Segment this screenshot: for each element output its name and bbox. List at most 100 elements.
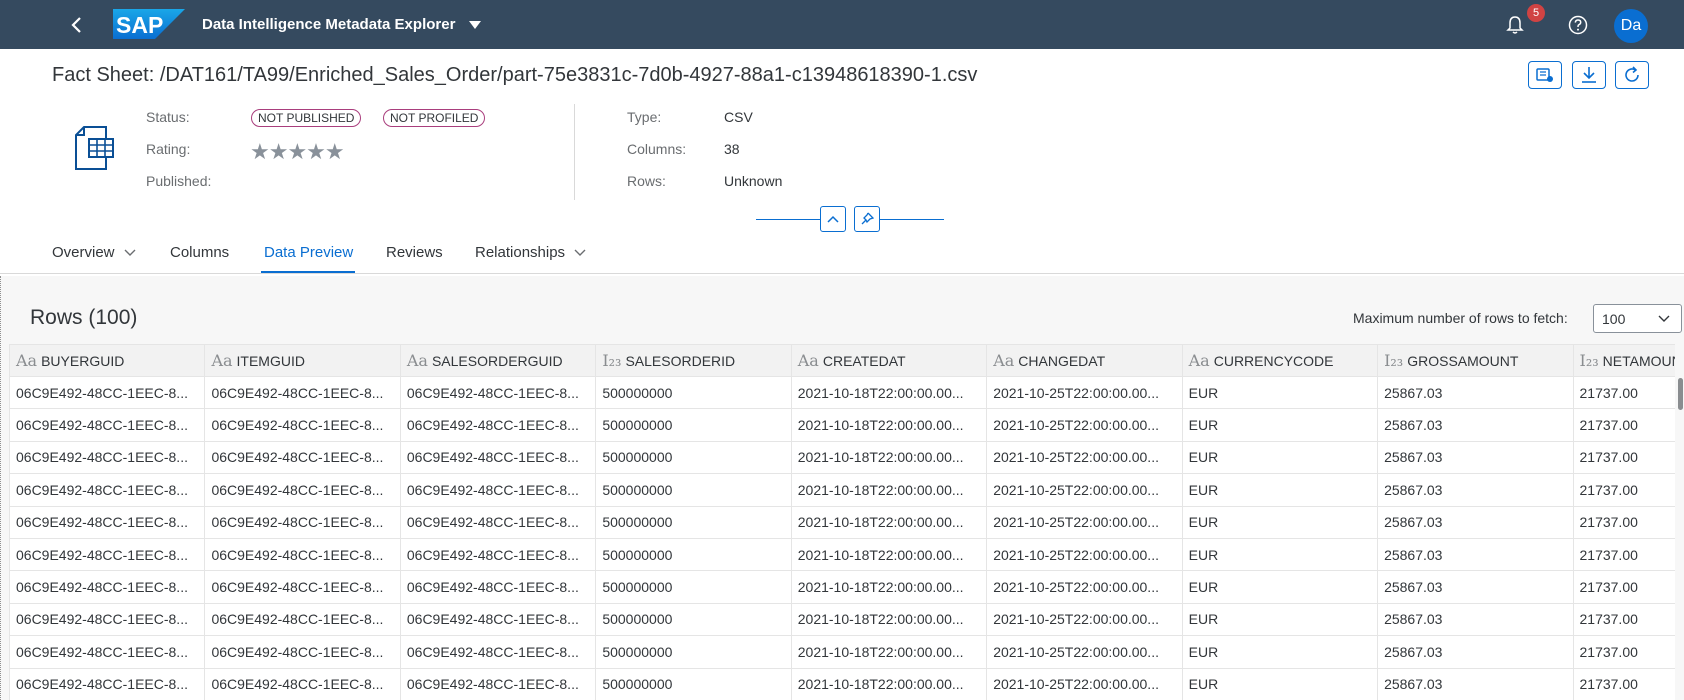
- table-cell: 06C9E492-48CC-1EEC-8...: [9, 375, 206, 410]
- column-header[interactable]: Aa CREATEDAT: [790, 344, 988, 377]
- table-cell: EUR: [1181, 602, 1379, 637]
- add-to-catalog-button[interactable]: [1528, 61, 1562, 89]
- published-label: Published:: [146, 173, 212, 189]
- table-cell: EUR: [1181, 375, 1379, 410]
- table-cell: 06C9E492-48CC-1EEC-8...: [399, 537, 597, 572]
- help-button[interactable]: [1564, 11, 1592, 39]
- table-cell: EUR: [1181, 408, 1379, 442]
- tab-data-preview[interactable]: Data Preview: [264, 244, 353, 261]
- tabs-divider: [0, 273, 1684, 274]
- caret-down-icon[interactable]: [468, 20, 482, 30]
- fetch-limit-select[interactable]: 100: [1593, 304, 1682, 333]
- table-cell: 06C9E492-48CC-1EEC-8...: [204, 635, 401, 669]
- catalog-icon: [1536, 68, 1553, 82]
- table-cell: EUR: [1181, 537, 1379, 572]
- column-header[interactable]: I₂₃NETAMOUNT: [1572, 344, 1675, 377]
- integer-type-icon: I₂₃: [602, 351, 622, 370]
- table-cell: 06C9E492-48CC-1EEC-8...: [204, 570, 401, 604]
- vertical-scrollbar[interactable]: [1678, 378, 1683, 410]
- pin-header-button[interactable]: [854, 206, 880, 232]
- column-header[interactable]: Aa ITEMGUID: [204, 344, 401, 377]
- refresh-button[interactable]: [1615, 61, 1649, 89]
- tab-reviews-label: Reviews: [386, 244, 443, 261]
- table-row[interactable]: 06C9E492-48CC-1EEC-8... 06C9E492-48CC-1EE…: [9, 375, 1675, 410]
- table-cell: 500000000: [595, 537, 792, 572]
- notifications-button[interactable]: [1501, 11, 1529, 39]
- table-file-icon: [75, 126, 114, 170]
- table-cell: 2021-10-25T22:00:00.00...: [986, 505, 1183, 539]
- table-cell: 2021-10-25T22:00:00.00...: [986, 375, 1183, 410]
- tab-relationships[interactable]: Relationships: [475, 244, 587, 261]
- table-cell: 2021-10-18T22:00:00.00...: [790, 375, 988, 410]
- table-cell: 25867.03: [1377, 570, 1574, 604]
- table-cell: 21737.00: [1572, 537, 1675, 572]
- column-header[interactable]: Aa CHANGEDAT: [986, 344, 1183, 377]
- table-cell: 06C9E492-48CC-1EEC-8...: [204, 440, 401, 475]
- column-header-label: BUYERGUID: [41, 353, 125, 369]
- table-cell: 2021-10-25T22:00:00.00...: [986, 635, 1183, 669]
- string-type-icon: Aa: [797, 351, 819, 370]
- tab-reviews[interactable]: Reviews: [386, 244, 443, 261]
- column-header[interactable]: I₂₃ SALESORDERID: [595, 344, 792, 377]
- table-cell: 06C9E492-48CC-1EEC-8...: [9, 570, 206, 604]
- table-cell: 06C9E492-48CC-1EEC-8...: [399, 570, 597, 604]
- table-cell: 2021-10-18T22:00:00.00...: [790, 537, 988, 572]
- table-cell: 500000000: [595, 505, 792, 539]
- table-row[interactable]: 06C9E492-48CC-1EEC-8... 06C9E492-48CC-1EE…: [9, 408, 1675, 442]
- table-row[interactable]: 06C9E492-48CC-1EEC-8... 06C9E492-48CC-1EE…: [9, 473, 1675, 507]
- back-button[interactable]: [62, 10, 92, 40]
- table-cell: 2021-10-25T22:00:00.00...: [986, 602, 1183, 637]
- table-cell: 500000000: [595, 667, 792, 700]
- table-row[interactable]: 06C9E492-48CC-1EEC-8... 06C9E492-48CC-1EE…: [9, 440, 1675, 475]
- table-row[interactable]: 06C9E492-48CC-1EEC-8... 06C9E492-48CC-1EE…: [9, 635, 1675, 669]
- table-row[interactable]: 06C9E492-48CC-1EEC-8... 06C9E492-48CC-1EE…: [9, 667, 1675, 700]
- column-header[interactable]: Aa BUYERGUID: [9, 344, 206, 377]
- table-cell: 500000000: [595, 570, 792, 604]
- table-cell: 06C9E492-48CC-1EEC-8...: [399, 635, 597, 669]
- table-row[interactable]: 06C9E492-48CC-1EEC-8... 06C9E492-48CC-1EE…: [9, 505, 1675, 539]
- table-cell: 21737.00: [1572, 570, 1675, 604]
- download-button[interactable]: [1572, 61, 1606, 89]
- table-cell: 25867.03: [1377, 375, 1574, 410]
- column-header-label: CURRENCYCODE: [1213, 353, 1334, 369]
- table-cell: 06C9E492-48CC-1EEC-8...: [204, 602, 401, 637]
- string-type-icon: Aa: [406, 351, 428, 370]
- table-cell: 06C9E492-48CC-1EEC-8...: [204, 505, 401, 539]
- table-cell: 500000000: [595, 635, 792, 669]
- tab-overview-label: Overview: [52, 244, 115, 261]
- user-avatar[interactable]: Da: [1614, 9, 1648, 43]
- tab-columns-label: Columns: [170, 244, 230, 261]
- collapse-header-button[interactable]: [820, 206, 846, 232]
- column-header-label: CREATEDAT: [822, 353, 906, 369]
- chevron-down-icon: [574, 249, 586, 256]
- chevron-down-icon: [1658, 315, 1670, 322]
- rows-value: Unknown: [724, 173, 783, 189]
- data-preview-table[interactable]: Aa BUYERGUID Aa ITEMGUID Aa SALESORDERGUID I₂₃…: [9, 344, 1675, 700]
- table-row[interactable]: 06C9E492-48CC-1EEC-8... 06C9E492-48CC-1EE…: [9, 602, 1675, 637]
- table-row[interactable]: 06C9E492-48CC-1EEC-8... 06C9E492-48CC-1EE…: [9, 537, 1675, 572]
- table-cell: 2021-10-18T22:00:00.00...: [790, 440, 988, 475]
- collapse-line-right: [880, 219, 944, 220]
- column-header[interactable]: Aa CURRENCYCODE: [1181, 344, 1379, 377]
- table-row[interactable]: 06C9E492-48CC-1EEC-8... 06C9E492-48CC-1EE…: [9, 570, 1675, 604]
- tab-columns[interactable]: Columns: [170, 244, 229, 261]
- column-header[interactable]: Aa SALESORDERGUID: [399, 344, 597, 377]
- table-cell: 06C9E492-48CC-1EEC-8...: [204, 473, 401, 507]
- fetch-limit-label: Maximum number of rows to fetch:: [1353, 310, 1568, 326]
- table-cell: 2021-10-25T22:00:00.00...: [986, 570, 1183, 604]
- table-cell: 06C9E492-48CC-1EEC-8...: [9, 537, 206, 572]
- table-cell: 25867.03: [1377, 635, 1574, 669]
- fetch-limit-value: 100: [1602, 310, 1626, 327]
- table-cell: 25867.03: [1377, 602, 1574, 637]
- table-cell: 2021-10-18T22:00:00.00...: [790, 473, 988, 507]
- table-cell: 25867.03: [1377, 440, 1574, 475]
- column-header-label: SALESORDERID: [625, 353, 736, 369]
- sap-logo: SAP: [113, 9, 185, 39]
- app-title[interactable]: Data Intelligence Metadata Explorer: [202, 16, 455, 33]
- table-cell: 21737.00: [1572, 635, 1675, 669]
- table-cell: 06C9E492-48CC-1EEC-8...: [9, 440, 206, 475]
- column-header[interactable]: I₂₃ GROSSAMOUNT: [1377, 344, 1574, 377]
- table-cell: 25867.03: [1377, 408, 1574, 442]
- table-cell: 25867.03: [1377, 505, 1574, 539]
- tab-overview[interactable]: Overview: [52, 244, 137, 261]
